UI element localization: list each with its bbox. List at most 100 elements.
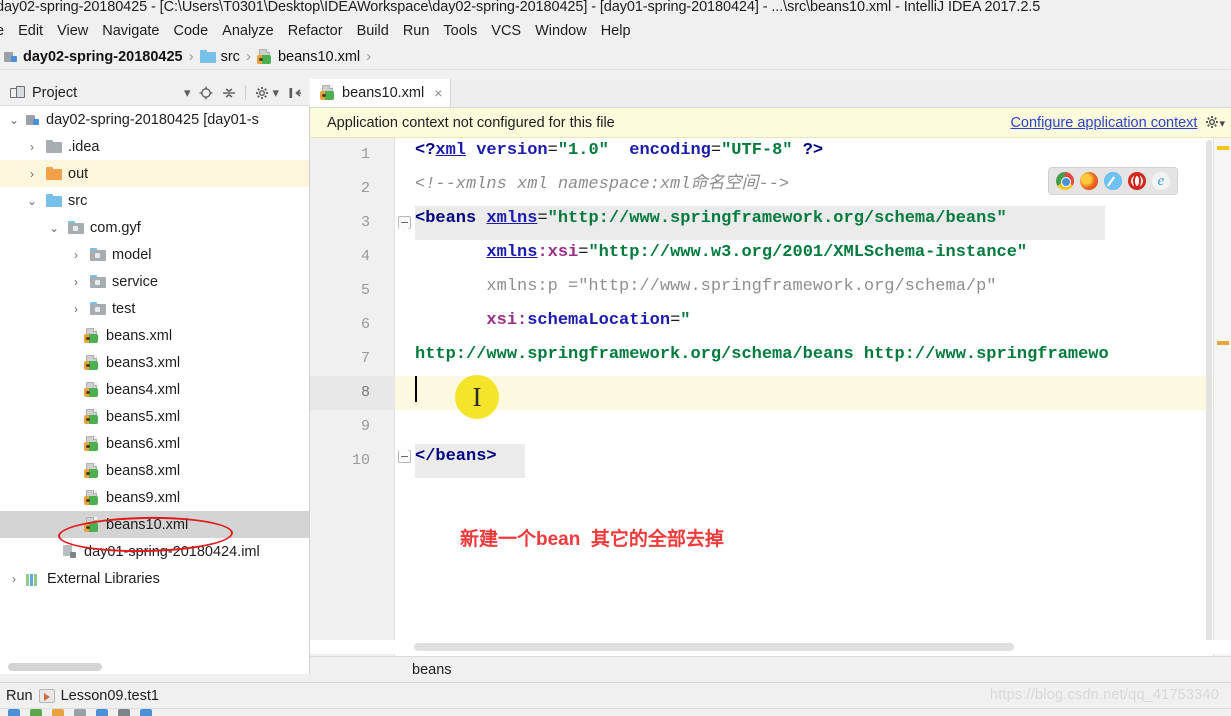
chevron-down-icon[interactable]: ▾ (184, 86, 191, 99)
gear-dropdown-icon[interactable]: ▾ (272, 86, 279, 99)
tree-node-test[interactable]: › test (0, 295, 309, 322)
tree-node-service[interactable]: › service (0, 268, 309, 295)
tree-node-model[interactable]: › model (0, 241, 309, 268)
chevron-right-icon[interactable]: › (68, 302, 84, 316)
chevron-right-icon[interactable]: › (24, 167, 40, 181)
configure-application-context-link[interactable]: Configure application context (1010, 115, 1197, 131)
expand-icon[interactable] (96, 709, 108, 716)
chevron-right-icon[interactable]: › (6, 572, 22, 586)
tree-node-iml-file[interactable]: day01-spring-20180424.iml (0, 538, 309, 565)
tree-node-beans9-xml[interactable]: beans9.xml (0, 484, 309, 511)
run-configuration-label[interactable]: Lesson09.test1 (61, 688, 159, 704)
breadcrumb-item-project[interactable]: day02-spring-20180425 (2, 48, 185, 66)
xml-file-icon (84, 354, 100, 371)
menu-analyze[interactable]: Analyze (215, 23, 281, 39)
chevron-expanded-icon[interactable]: ⌄ (46, 221, 62, 235)
footer-breadcrumb-label[interactable]: beans (310, 662, 452, 678)
internet-explorer-icon[interactable] (1152, 172, 1170, 190)
tree-node-beans3-xml[interactable]: beans3.xml (0, 349, 309, 376)
run-tool-window-label[interactable]: Run (6, 688, 33, 704)
tree-node-beans8-xml[interactable]: beans8.xml (0, 457, 309, 484)
code-editor[interactable]: 1 2 3 4 5 6 7 8 9 10 <?xml version="1.0"… (310, 138, 1231, 656)
browser-launch-bar[interactable] (1048, 167, 1178, 195)
sort-icon[interactable] (74, 709, 86, 716)
chrome-icon[interactable] (1056, 172, 1074, 190)
tree-label-model: model (112, 246, 152, 263)
tree-node-project-root[interactable]: ⌄ day02-spring-20180425 [day01-s (0, 106, 309, 133)
settings-icon[interactable] (140, 709, 152, 716)
tree-label-service: service (112, 273, 158, 290)
project-panel-title-group[interactable]: Project (0, 85, 77, 101)
chevron-right-icon[interactable]: › (24, 140, 40, 154)
pause-icon[interactable] (52, 709, 64, 716)
settings-gear-icon[interactable] (255, 86, 269, 100)
editor-gutter[interactable]: 1 2 3 4 5 6 7 8 9 10 (310, 138, 395, 656)
text-caret (415, 376, 417, 402)
menu-vcs[interactable]: VCS (484, 23, 528, 39)
code-fold-collapse-icon[interactable] (398, 446, 413, 465)
editor-horizontal-scrollbar[interactable] (310, 640, 1231, 654)
menu-refactor[interactable]: Refactor (281, 23, 350, 39)
scrollbar-thumb[interactable] (414, 643, 1014, 651)
tree-node-beans4-xml[interactable]: beans4.xml (0, 376, 309, 403)
package-icon (68, 221, 84, 234)
tree-node-beans5-xml[interactable]: beans5.xml (0, 403, 309, 430)
warning-marker[interactable] (1217, 146, 1229, 150)
rerun-icon[interactable] (8, 709, 20, 716)
firefox-icon[interactable] (1080, 172, 1098, 190)
chevron-expanded-icon[interactable]: ⌄ (6, 113, 22, 127)
menu-code[interactable]: Code (166, 23, 215, 39)
run-again-icon[interactable] (30, 709, 42, 716)
module-icon (4, 50, 18, 63)
menu-file[interactable]: e (0, 23, 11, 39)
menu-build[interactable]: Build (350, 23, 396, 39)
chevron-right-icon[interactable]: › (68, 275, 84, 289)
code-line-6: xsi:schemaLocation=" (486, 311, 691, 330)
project-tree-hscrollbar[interactable] (0, 660, 310, 674)
code-fold-collapse-icon[interactable] (397, 216, 413, 234)
locate-icon[interactable] (199, 86, 213, 100)
breadcrumb-item-src[interactable]: src (198, 48, 242, 66)
tree-node-beans10-xml[interactable]: beans10.xml (0, 511, 309, 538)
tree-node-src[interactable]: ⌄ src (0, 187, 309, 214)
collapse-all-icon[interactable] (222, 86, 236, 100)
tree-node-external-libraries[interactable]: › External Libraries (0, 565, 309, 592)
tree-label-beans4-xml: beans4.xml (106, 381, 181, 398)
menu-run[interactable]: Run (396, 23, 437, 39)
project-tree[interactable]: ⌄ day02-spring-20180425 [day01-s › .idea… (0, 106, 310, 660)
menu-help[interactable]: Help (594, 23, 638, 39)
menu-tools[interactable]: Tools (436, 23, 484, 39)
menu-bar: e Edit View Navigate Code Analyze Refact… (0, 20, 1231, 42)
menu-edit[interactable]: Edit (11, 23, 50, 39)
breadcrumb-item-file[interactable]: beans10.xml (255, 48, 362, 66)
tree-label-beans10-xml: beans10.xml (106, 516, 189, 533)
tree-node-beans6-xml[interactable]: beans6.xml (0, 430, 309, 457)
safari-icon[interactable] (1104, 172, 1122, 190)
editor-marker-gutter[interactable] (1213, 138, 1231, 656)
code-line-4: xmlns:xsi="http://www.w3.org/2001/XMLSch… (486, 243, 1028, 262)
breadcrumb-separator-3: › (366, 48, 372, 65)
close-icon[interactable]: × (434, 85, 442, 101)
editor-vertical-scrollbar[interactable] (1206, 140, 1212, 645)
menu-window[interactable]: Window (528, 23, 594, 39)
chevron-right-icon[interactable]: › (68, 248, 84, 262)
menu-view[interactable]: View (50, 23, 95, 39)
tree-label-com-gyf: com.gyf (90, 219, 141, 236)
collapse-icon[interactable] (118, 709, 130, 716)
tree-node-beans-xml[interactable]: beans.xml (0, 322, 309, 349)
warning-marker[interactable] (1217, 341, 1229, 345)
opera-icon[interactable] (1128, 172, 1146, 190)
scrollbar-thumb[interactable] (8, 663, 102, 671)
code-content[interactable]: <?xml version="1.0" encoding="UTF-8" ?> … (415, 138, 1231, 656)
tree-node-out[interactable]: › out (0, 160, 309, 187)
chevron-expanded-icon[interactable]: ⌄ (24, 194, 40, 208)
xml-file-icon (84, 327, 100, 344)
tree-node-idea[interactable]: › .idea (0, 133, 309, 160)
tree-node-com-gyf[interactable]: ⌄ com.gyf (0, 214, 309, 241)
hide-panel-icon[interactable] (288, 86, 302, 100)
tab-beans10-xml[interactable]: beans10.xml × (310, 79, 452, 107)
editor-footer-breadcrumb: beans (310, 656, 1231, 682)
menu-navigate[interactable]: Navigate (95, 23, 166, 39)
xml-file-icon (84, 408, 100, 425)
banner-gear-icon[interactable]: ▾ (1205, 115, 1225, 130)
